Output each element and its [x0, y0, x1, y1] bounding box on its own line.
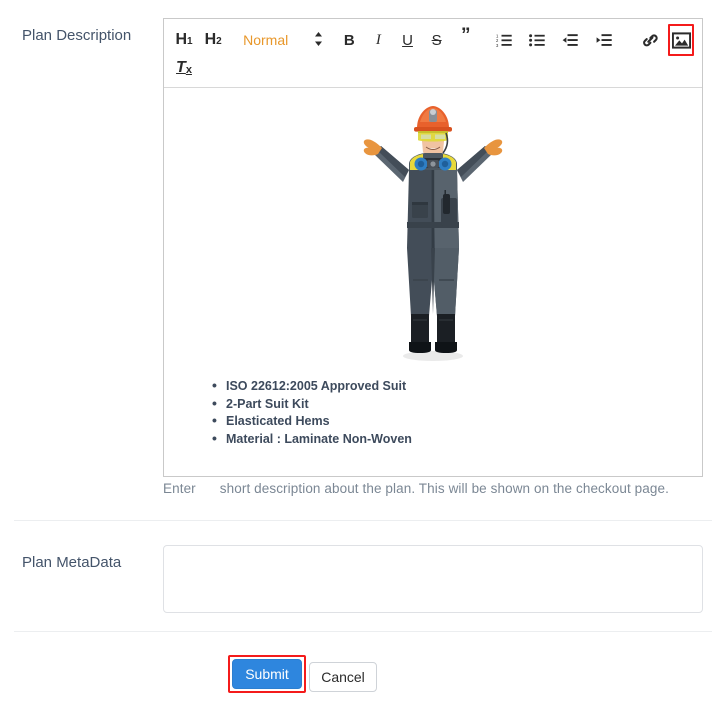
- outdent-button[interactable]: [558, 27, 582, 53]
- italic-button[interactable]: I: [366, 27, 390, 53]
- help-text-start: Enter: [163, 481, 196, 496]
- clear-format-sub: x: [185, 63, 192, 76]
- heading1-label: H: [175, 31, 187, 48]
- image-button[interactable]: [671, 27, 691, 53]
- rich-text-editor[interactable]: H1 H2 Normal B I U S ” 1 2 3 T x • ISO 2…: [163, 18, 703, 477]
- plan-metadata-label: Plan MetaData: [22, 554, 122, 571]
- indent-icon: [596, 33, 612, 47]
- link-icon: [642, 33, 659, 48]
- submit-button-highlight: Submit: [228, 655, 306, 693]
- heading1-button[interactable]: H1: [172, 27, 196, 53]
- list-item: 2-Part Suit Kit: [212, 395, 412, 414]
- image-icon: [671, 31, 691, 49]
- heading2-sub: 2: [216, 36, 222, 47]
- cancel-button[interactable]: Cancel: [309, 662, 377, 692]
- list-item: Elasticated Hems: [212, 412, 412, 431]
- plan-edit-form-page: Plan Description H1 H2 Normal B I U S ” …: [0, 0, 726, 716]
- ordered-list-icon: 1 2 3: [496, 33, 512, 47]
- bullet-list-button[interactable]: [525, 27, 549, 53]
- ordered-list-button[interactable]: 1 2 3: [492, 27, 516, 53]
- description-bullet-list: ISO 22612:2005 Approved Suit 2-Part Suit…: [212, 377, 412, 449]
- indent-button[interactable]: [592, 27, 616, 53]
- chevron-updown-icon: [314, 31, 323, 49]
- bold-label: B: [343, 31, 355, 49]
- section-divider-2: [14, 631, 712, 632]
- editor-toolbar-row-2: Tx: [172, 55, 694, 81]
- help-text-end: short description about the plan. This w…: [219, 481, 669, 496]
- plan-description-row: Plan Description H1 H2 Normal B I U S ” …: [0, 0, 726, 520]
- outdent-icon: [562, 33, 579, 47]
- worker-suit-image: [363, 106, 503, 361]
- section-divider-1: [14, 520, 712, 521]
- description-help-text: Enter short description about the plan. T…: [163, 481, 669, 496]
- heading1-sub: 1: [187, 36, 193, 47]
- bullet-list-icon: [529, 33, 545, 47]
- blockquote-button[interactable]: ”: [454, 25, 478, 53]
- editor-toolbar-row-1: H1 H2 Normal B I U S ” 1 2 3: [172, 24, 695, 56]
- clear-format-button[interactable]: Tx: [172, 55, 196, 81]
- strikethrough-label: S: [431, 31, 442, 49]
- heading2-label: H: [204, 31, 217, 48]
- strikethrough-button[interactable]: S: [425, 27, 449, 53]
- image-button-highlight: [668, 24, 695, 56]
- list-item: Material : Laminate Non-Woven: [212, 430, 412, 449]
- svg-text:3: 3: [496, 43, 499, 47]
- form-action-bar: Submit Cancel: [0, 650, 726, 702]
- link-button[interactable]: [639, 27, 663, 53]
- plan-description-label: Plan Description: [22, 27, 132, 44]
- list-item: ISO 22612:2005 Approved Suit: [212, 377, 412, 396]
- editor-toolbar: H1 H2 Normal B I U S ” 1 2 3 T x: [164, 19, 702, 88]
- editor-content-area[interactable]: ISO 22612:2005 Approved Suit 2-Part Suit…: [164, 88, 702, 476]
- format-select-value: Normal: [243, 32, 289, 48]
- heading2-button[interactable]: H2: [201, 27, 225, 53]
- plan-metadata-input[interactable]: [163, 545, 703, 613]
- submit-button[interactable]: Submit: [232, 659, 302, 689]
- format-select[interactable]: Normal: [243, 31, 323, 49]
- bold-button[interactable]: B: [337, 27, 361, 53]
- underline-label: U: [402, 31, 413, 49]
- italic-label: I: [375, 31, 381, 48]
- underline-button[interactable]: U: [396, 27, 420, 53]
- blockquote-label: ”: [461, 25, 471, 46]
- clear-format-label: T: [176, 59, 186, 76]
